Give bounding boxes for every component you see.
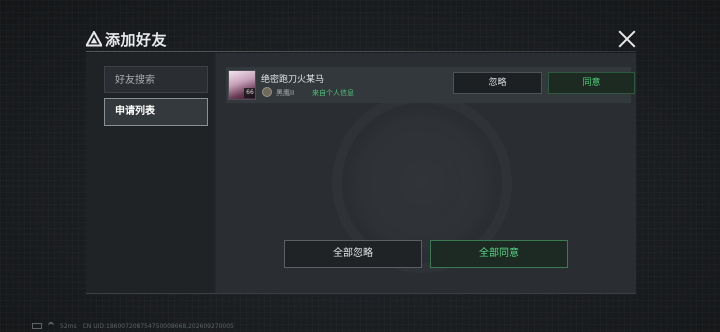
wifi-icon [48, 322, 54, 330]
player-name: 绝密跑刀火某马 [261, 75, 325, 85]
accept-button[interactable]: 同意 [548, 72, 635, 94]
rank-badge-icon [262, 87, 272, 97]
add-friend-dialog: 好友搜索 申请列表 66 绝密跑刀火某马 黑鹰II 来自个人信息 忽略 同意 全… [86, 53, 636, 294]
ignore-button[interactable]: 忽略 [453, 72, 542, 94]
avatar-level-badge: 66 [244, 88, 255, 98]
request-list-panel: 66 绝密跑刀火某马 黑鹰II 来自个人信息 忽略 同意 全部忽略 全部同意 [216, 53, 636, 293]
tab-friend-search[interactable]: 好友搜索 [104, 66, 208, 93]
dialog-title: 添加好友 [105, 31, 168, 49]
friend-request-row: 66 绝密跑刀火某马 黑鹰II 来自个人信息 忽略 同意 [226, 67, 635, 103]
ignore-all-button[interactable]: 全部忽略 [284, 240, 422, 268]
close-button[interactable] [618, 30, 636, 48]
player-rank: 黑鹰II [276, 89, 295, 97]
battery-icon [32, 323, 42, 329]
uid-text: CN UID:1860072087547500086​68,2026092700… [82, 322, 234, 330]
status-bar: 52ms CN UID:1860072087547500086​68,202609… [32, 322, 240, 332]
request-source: 来自个人信息 [312, 89, 354, 97]
sidebar: 好友搜索 申请列表 [86, 53, 214, 293]
ping-text: 52ms [60, 322, 77, 330]
warning-triangle-icon [86, 31, 102, 47]
avatar[interactable]: 66 [228, 70, 256, 100]
title-divider [86, 51, 636, 52]
tab-request-list[interactable]: 申请列表 [104, 98, 208, 126]
dialog-titlebar: 添加好友 [84, 28, 636, 50]
accept-all-button[interactable]: 全部同意 [430, 240, 568, 268]
